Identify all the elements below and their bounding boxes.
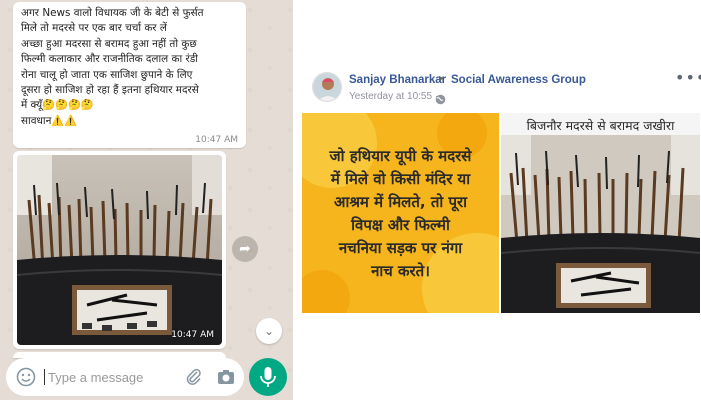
post-image-weapons[interactable]: बिजनौर मदरसे से बरामद जखीरा: [501, 113, 700, 313]
scroll-down-icon[interactable]: ⌄: [256, 318, 282, 344]
whatsapp-chat: अगर News वालो विधायक जी के बेटी से फुर्स…: [0, 0, 293, 400]
more-options-icon[interactable]: •••: [675, 68, 701, 87]
facebook-post: Sanjay Bhanarkar ▸ Social Awareness Grou…: [299, 60, 701, 315]
forward-icon[interactable]: ➦: [232, 236, 258, 262]
message-bubble-image[interactable]: 10:47 AM: [13, 151, 226, 349]
post-image-text-poster[interactable]: जो हथियार यूपी के मदरसे में मिले वो किसी…: [302, 113, 499, 313]
microphone-icon: [260, 367, 276, 387]
message-bubble-text[interactable]: अगर News वालो विधायक जी के बेटी से फुर्स…: [13, 2, 246, 148]
message-input[interactable]: [48, 367, 178, 387]
emoji-icon[interactable]: [16, 367, 36, 387]
camera-icon[interactable]: [216, 367, 236, 387]
message-timestamp: 10:47 AM: [195, 135, 238, 145]
post-timestamp[interactable]: Yesterday at 10:55 ·: [349, 91, 438, 102]
globe-icon: [435, 90, 446, 105]
group-arrow-icon: ▸: [439, 73, 445, 84]
photo-caption: बिजनौर मदरसे से बरामद जखीरा: [526, 118, 675, 133]
microphone-button[interactable]: [249, 358, 287, 396]
message-composer[interactable]: [6, 358, 244, 396]
avatar[interactable]: [312, 72, 342, 102]
attachment-icon[interactable]: [184, 367, 204, 387]
text-cursor: [44, 369, 45, 385]
image-timestamp: 10:47 AM: [171, 330, 214, 340]
post-author[interactable]: Sanjay Bhanarkar: [349, 74, 446, 86]
weapons-photo[interactable]: 10:47 AM: [17, 155, 222, 345]
group-name[interactable]: Social Awareness Group: [451, 74, 586, 86]
poster-text: जो हथियार यूपी के मदरसे में मिले वो किसी…: [329, 147, 472, 280]
message-text: अगर News वालो विधायक जी के बेटी से फुर्स…: [21, 7, 204, 127]
